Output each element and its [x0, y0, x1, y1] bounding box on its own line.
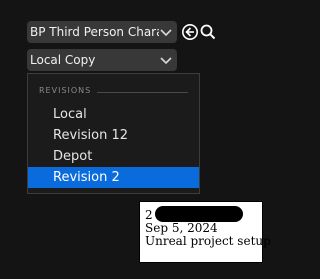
browse-arrow-icon[interactable] [181, 23, 199, 41]
chevron-down-icon [160, 57, 172, 65]
revision-tooltip: 2 Sep 5, 2024 Unreal project setup [139, 201, 271, 263]
menu-item-depot[interactable]: Depot [28, 146, 199, 167]
menu-item-revision-12[interactable]: Revision 12 [28, 125, 199, 146]
revision-selector[interactable]: Local Copy [27, 49, 177, 71]
redaction-mark [155, 206, 243, 222]
chevron-down-icon [160, 29, 172, 37]
tooltip-revision-number: 2 [145, 208, 153, 222]
blueprint-selector-value: BP Third Person Characte [30, 25, 159, 39]
blueprint-selector[interactable]: BP Third Person Characte [27, 21, 177, 43]
revision-dropdown-menu: REVISIONS Local Revision 12 Depot Revisi… [27, 73, 200, 194]
tooltip-description: Unreal project setup [145, 234, 271, 248]
section-divider [97, 92, 188, 93]
revision-selector-value: Local Copy [30, 53, 96, 67]
menu-item-local[interactable]: Local [28, 104, 199, 125]
menu-item-revision-2[interactable]: Revision 2 [28, 167, 199, 188]
revisions-section-title: REVISIONS [39, 86, 92, 95]
search-icon[interactable] [199, 23, 217, 41]
